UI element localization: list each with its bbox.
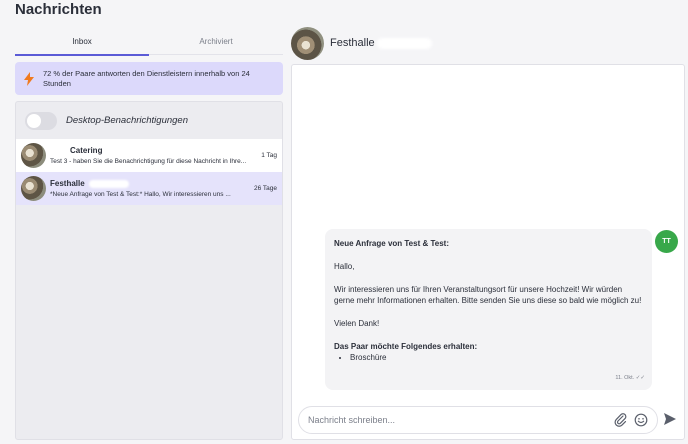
info-banner: 72 % der Paare antworten den Dienstleist… <box>15 62 283 95</box>
read-check-icon: ✓✓ <box>635 375 645 381</box>
conversation-name-text: Catering <box>70 146 103 155</box>
conversation-item[interactable]: Festhalle *Neue Anfrage von Test & Test:… <box>16 172 282 205</box>
send-icon[interactable] <box>663 412 677 426</box>
conversation-time: 1 Tag <box>261 152 277 159</box>
message-heading: Neue Anfrage von Test & Test: <box>334 239 449 248</box>
tab-divider <box>149 54 283 55</box>
conversation-time: 26 Tage <box>253 185 277 192</box>
message-bubble: Neue Anfrage von Test & Test: Hallo, Wir… <box>325 229 652 390</box>
message-request-list: Broschüre <box>344 352 643 363</box>
chat-avatar <box>291 27 324 60</box>
list-item: Broschüre <box>350 352 643 363</box>
message-greeting: Hallo, <box>334 262 355 271</box>
tab-archived[interactable]: Archiviert <box>149 30 283 56</box>
conversation-name-text: Festhalle <box>50 179 85 188</box>
paperclip-icon[interactable] <box>614 413 628 427</box>
conversation-preview: Test 3 - haben Sie die Benachrichtigung … <box>50 158 247 165</box>
desktop-notifications-row: Desktop-Benachrichtigungen <box>16 102 282 139</box>
conversation-preview: *Neue Anfrage von Test & Test:* Hallo, W… <box>50 191 231 198</box>
info-banner-text: 72 % der Paare antworten den Dienstleist… <box>43 68 250 88</box>
redacted-name <box>88 179 129 188</box>
message-timestamp-text: 11. Okt. <box>615 375 635 381</box>
conversation-name: Catering <box>50 146 257 155</box>
bolt-icon <box>24 71 34 86</box>
inbox-tabs: Inbox Archiviert <box>15 30 283 56</box>
chat-area: Neue Anfrage von Test & Test: Hallo, Wir… <box>291 64 685 440</box>
message-composer <box>298 406 658 434</box>
avatar <box>21 176 46 201</box>
toggle-knob <box>27 113 41 128</box>
redacted-name <box>377 38 432 49</box>
desktop-notifications-label: Desktop-Benachrichtigungen <box>66 115 188 126</box>
tab-inbox[interactable]: Inbox <box>15 30 149 56</box>
user-avatar: TT <box>655 230 678 253</box>
message-body: Wir interessieren uns für Ihren Veransta… <box>334 285 642 305</box>
message-timestamp: 11. Okt. ✓✓ <box>615 373 645 384</box>
conversation-item[interactable]: Catering Test 3 - haben Sie die Benachri… <box>16 139 282 172</box>
desktop-notifications-toggle[interactable] <box>25 111 57 130</box>
message-thanks: Vielen Dank! <box>334 319 380 328</box>
conversation-name: Festhalle <box>50 179 250 188</box>
chat-title: Festhalle <box>330 37 375 49</box>
message-input[interactable] <box>308 415 608 425</box>
message-request-heading: Das Paar möchte Folgendes erhalten: <box>334 342 478 351</box>
avatar <box>21 143 46 168</box>
page-title: Nachrichten <box>15 1 102 18</box>
conversation-list-panel: Desktop-Benachrichtigungen Catering Test… <box>15 101 283 440</box>
emoji-icon[interactable] <box>634 413 648 427</box>
